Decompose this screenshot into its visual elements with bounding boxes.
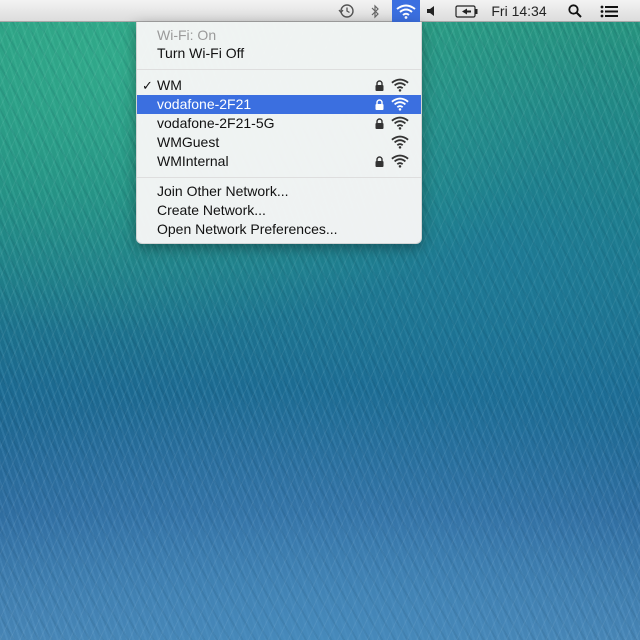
lock-icon [375,99,384,110]
network-item-vodafone-2f21-5g[interactable]: vodafone-2F21-5G [137,114,421,133]
wifi-status-text: Wi-Fi: On [157,27,217,43]
wifi-signal-icon [391,154,409,168]
join-other-network-item[interactable]: Join Other Network... [137,182,421,201]
turn-wifi-off-label: Turn Wi-Fi Off [157,45,245,61]
checkmark-icon: ✓ [142,78,153,93]
create-network-item[interactable]: Create Network... [137,201,421,220]
open-network-preferences-label: Open Network Preferences... [157,221,338,237]
network-item-wmguest[interactable]: WMGuest [137,133,421,152]
network-item-wminternal[interactable]: WMInternal [137,152,421,171]
turn-wifi-off-item[interactable]: Turn Wi-Fi Off [137,44,421,63]
battery-icon[interactable] [452,0,482,22]
spotlight-search-icon[interactable] [564,0,586,22]
wifi-status-label: Wi-Fi: On [137,26,421,45]
lock-icon [375,118,384,129]
network-name: WMInternal [157,153,229,169]
bluetooth-icon[interactable] [364,0,386,22]
menu-separator [137,69,421,70]
lock-icon [375,156,384,167]
network-item-wm[interactable]: ✓ WM [137,76,421,95]
network-name: WM [157,77,182,93]
time-machine-icon[interactable] [334,0,358,22]
network-item-vodafone-2f21[interactable]: vodafone-2F21 [137,95,421,114]
volume-icon[interactable] [424,0,438,22]
wifi-signal-icon [391,97,409,111]
network-name: WMGuest [157,134,220,150]
join-other-network-label: Join Other Network... [157,183,289,199]
network-name: vodafone-2F21-5G [157,115,275,131]
wifi-icon[interactable] [392,0,420,22]
wifi-signal-icon [391,78,409,92]
menu-bar-clock[interactable]: Fri 14:34 [490,0,548,22]
notification-center-icon[interactable] [596,0,622,22]
wifi-signal-icon [391,135,409,149]
menu-separator [137,177,421,178]
wifi-signal-icon [391,116,409,130]
menu-bar: Fri 14:34 [0,0,640,22]
open-network-preferences-item[interactable]: Open Network Preferences... [137,220,421,239]
wifi-dropdown-menu: Wi-Fi: On Turn Wi-Fi Off ✓ WM vodafone-2… [136,22,422,244]
lock-icon [375,80,384,91]
network-name: vodafone-2F21 [157,96,252,112]
create-network-label: Create Network... [157,202,266,218]
